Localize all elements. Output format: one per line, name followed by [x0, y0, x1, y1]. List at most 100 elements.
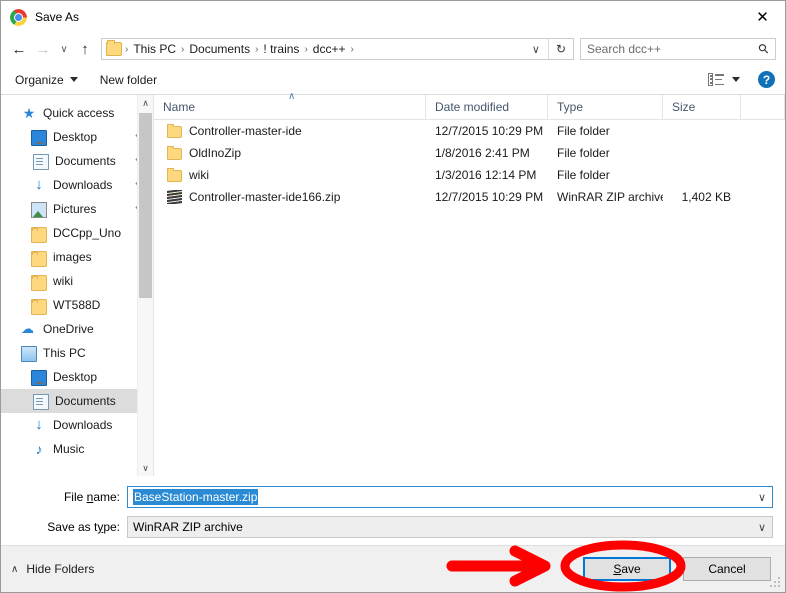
sidebar-item-label: OneDrive — [43, 322, 94, 336]
sidebar-item-label: Quick access — [43, 106, 115, 120]
sidebar-item-quick-access[interactable]: ★ Quick access — [1, 101, 153, 125]
search-placeholder: Search dcc++ — [587, 42, 662, 56]
save-rest: ave — [621, 562, 641, 576]
cell-name: Controller-master-ide — [154, 124, 426, 138]
cell-date: 12/7/2015 10:29 PM — [435, 190, 544, 204]
sidebar-item-documents[interactable]: Documents✒ — [1, 149, 153, 173]
column-header-date[interactable]: Date modified — [426, 95, 548, 119]
command-toolbar: Organize New folder ? — [1, 65, 785, 95]
folder-icon — [31, 298, 47, 315]
cell-type: File folder — [557, 168, 610, 182]
save-as-type-label-pre: Save as t — [47, 520, 98, 534]
sidebar-item-desktop[interactable]: Desktop✒ — [1, 125, 153, 149]
cancel-button[interactable]: Cancel — [683, 557, 771, 581]
document-icon — [33, 153, 49, 170]
file-name-text: Controller-master-ide — [189, 124, 302, 138]
window-title: Save As — [35, 10, 80, 24]
column-header-name[interactable]: Name ∧ — [154, 91, 426, 119]
hide-folders-button[interactable]: ∧ Hide Folders — [11, 562, 94, 576]
sidebar-item-this-pc[interactable]: This PC — [1, 341, 153, 365]
refresh-icon[interactable]: ↻ — [547, 39, 573, 59]
column-header-type[interactable]: Type — [548, 95, 663, 119]
file-name-label: File name: — [1, 490, 127, 504]
chrome-icon — [10, 8, 27, 26]
sidebar-item-wiki[interactable]: wiki — [1, 269, 153, 293]
sidebar-item-desktop[interactable]: Desktop — [1, 365, 153, 389]
folder-icon — [106, 40, 122, 56]
folder-icon — [31, 274, 47, 291]
file-name-value: BaseStation-master.zip — [133, 489, 259, 505]
monitor-icon — [31, 130, 47, 146]
table-row[interactable]: Controller-master-ide 12/7/2015 10:29 PM F… — [154, 120, 785, 142]
sidebar-item-label: Desktop — [53, 130, 98, 144]
help-button[interactable]: ? — [758, 71, 775, 88]
resize-grip[interactable] — [770, 577, 782, 589]
navigation-scrollbar[interactable]: ∧ ∨ — [137, 95, 153, 476]
save-as-type-label-post: pe: — [103, 520, 120, 534]
file-rows: Controller-master-ide 12/7/2015 10:29 PM F… — [154, 120, 785, 476]
chevron-down-icon[interactable]: ∨ — [752, 521, 772, 534]
sidebar-item-pictures[interactable]: Pictures✒ — [1, 197, 153, 221]
sidebar-item-label: Downloads — [53, 178, 113, 192]
organize-button[interactable]: Organize — [15, 73, 78, 87]
chevron-down-icon[interactable]: ∨ — [752, 491, 772, 504]
cell-name: wiki — [154, 168, 426, 182]
breadcrumb-item-documents[interactable]: Documents — [185, 42, 254, 56]
chevron-up-icon: ∧ — [11, 563, 19, 575]
sidebar-item-dccpp-uno[interactable]: DCCpp_Uno — [1, 221, 153, 245]
cell-date: 1/8/2016 2:41 PM — [435, 146, 530, 160]
view-mode-button[interactable] — [708, 73, 740, 86]
chevron-down-icon — [732, 77, 740, 82]
sidebar-item-label: Documents — [55, 394, 116, 408]
table-row[interactable]: wiki 1/3/2016 12:14 PM File folder — [154, 164, 785, 186]
folder-icon — [167, 168, 182, 182]
scrollbar-thumb[interactable] — [139, 113, 152, 298]
save-as-type-value: WinRAR ZIP archive — [133, 520, 243, 534]
table-row[interactable]: OldInoZip 1/8/2016 2:41 PM File folder — [154, 142, 785, 164]
sidebar-item-music[interactable]: ♪ Music — [1, 437, 153, 461]
file-name-input[interactable]: BaseStation-master.zip ∨ — [127, 486, 773, 508]
breadcrumb[interactable]: › This PC › Documents › ! trains › dcc++… — [101, 38, 574, 60]
new-folder-button[interactable]: New folder — [100, 73, 157, 87]
recent-locations-button[interactable]: ∨ — [55, 37, 73, 61]
sidebar-item-documents[interactable]: Documents — [1, 389, 153, 413]
chevron-down-icon[interactable]: ∨ — [528, 43, 548, 56]
breadcrumb-item-this-pc[interactable]: This PC — [129, 42, 180, 56]
scroll-down-icon[interactable]: ∨ — [138, 460, 153, 476]
folder-icon — [167, 146, 182, 160]
sidebar-item-wt588d[interactable]: WT588D — [1, 293, 153, 317]
search-input[interactable]: Search dcc++ ⚲ — [580, 38, 776, 60]
column-header-size[interactable]: Size — [663, 95, 741, 119]
save-as-type-select[interactable]: WinRAR ZIP archive ∨ — [127, 516, 773, 538]
folder-icon — [31, 226, 47, 243]
scroll-up-icon[interactable]: ∧ — [138, 95, 153, 111]
save-as-type-label: Save as type: — [1, 520, 127, 534]
sidebar-item-downloads[interactable]: ↓Downloads✒ — [1, 173, 153, 197]
monitor-icon — [31, 370, 47, 386]
table-row[interactable]: Controller-master-ide166.zip 12/7/2015 10… — [154, 186, 785, 208]
navigation-tree: ★ Quick access Desktop✒Documents✒ ↓ Download… — [1, 95, 153, 461]
cell-name: OldInoZip — [154, 146, 426, 160]
back-button[interactable]: ← — [7, 37, 31, 61]
sidebar-item-label: Music — [53, 442, 85, 456]
column-header-filler — [741, 95, 785, 119]
breadcrumb-item-trains[interactable]: ! trains — [259, 42, 303, 56]
view-mode-icon — [708, 73, 725, 86]
new-folder-label: New folder — [99, 72, 158, 87]
sidebar-item-onedrive[interactable]: ☁ OneDrive — [1, 317, 153, 341]
breadcrumb-item-dccpp[interactable]: dcc++ — [309, 42, 350, 56]
sidebar-item-label: WT588D — [53, 298, 101, 312]
cell-type: File folder — [557, 124, 610, 138]
cell-size: 1,402 KB — [681, 190, 731, 204]
sidebar-item-downloads[interactable]: ↓ Downloads — [1, 413, 153, 437]
forward-button: → — [35, 40, 51, 58]
hide-folders-label: Hide Folders — [26, 562, 95, 576]
save-button[interactable]: Save — [583, 557, 671, 581]
close-icon[interactable]: ✕ — [740, 1, 785, 32]
file-name-text: OldInoZip — [189, 146, 242, 160]
cell-date: 1/3/2016 12:14 PM — [435, 168, 537, 182]
picture-icon — [31, 202, 47, 218]
cell-type: File folder — [557, 146, 610, 160]
sidebar-item-images[interactable]: images — [1, 245, 153, 269]
up-button[interactable]: ↑ — [73, 37, 97, 61]
